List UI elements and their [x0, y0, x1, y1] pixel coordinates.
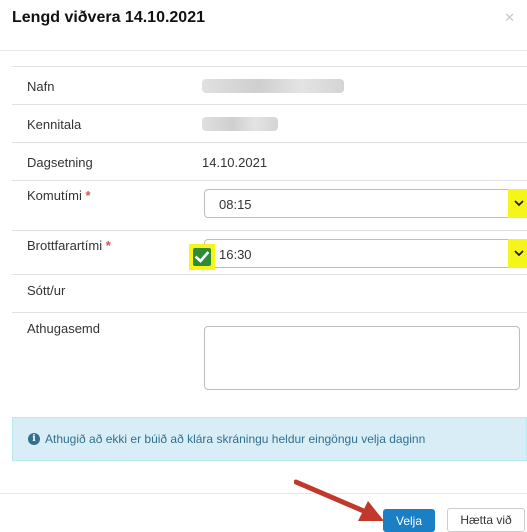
form-row-arrival: Komutími * 08:15 [12, 180, 527, 231]
form-row-name: Nafn [12, 66, 527, 105]
chevron-down-icon[interactable] [508, 239, 527, 268]
arrival-label-text: Komutími [27, 188, 82, 203]
comment-label: Athugasemd [27, 321, 100, 336]
checkmark-icon [194, 251, 210, 263]
picked-up-checkbox-highlight [189, 244, 215, 270]
arrival-label: Komutími * [27, 188, 91, 203]
departure-select-value: 16:30 [219, 247, 252, 262]
kennitala-value-blurred [202, 117, 278, 131]
arrival-select[interactable]: 08:15 [204, 189, 527, 218]
cancel-button[interactable]: Hætta við [447, 508, 525, 532]
form-row-date: Dagsetning 14.10.2021 [12, 142, 527, 181]
picked-up-label: Sótt/ur [27, 283, 66, 298]
departure-label: Brottfarartími * [27, 238, 111, 253]
required-mark: * [85, 188, 91, 203]
form-row-picked-up: Sótt/ur [12, 274, 527, 313]
picked-up-checkbox[interactable] [193, 248, 211, 266]
dialog-header: Lengd viðvera 14.10.2021 ✕ [0, 0, 527, 51]
close-icon[interactable]: ✕ [504, 10, 515, 26]
required-mark: * [105, 238, 111, 253]
chevron-down-icon[interactable] [508, 189, 527, 218]
info-alert-text: Athugið að ekki er búið að klára skránin… [45, 432, 426, 446]
comment-textarea[interactable] [204, 326, 520, 390]
dialog-footer [0, 493, 527, 494]
date-value: 14.10.2021 [202, 155, 268, 170]
select-button[interactable]: Velja [383, 509, 435, 532]
info-icon: i [28, 433, 40, 445]
info-alert-content: i Athugið að ekki er búið að klára skrán… [28, 432, 425, 446]
annotation-arrow-icon [294, 479, 384, 521]
info-alert: i Athugið að ekki er búið að klára skrán… [12, 417, 527, 461]
departure-select[interactable]: 16:30 [204, 239, 527, 268]
date-label: Dagsetning [27, 155, 93, 170]
kennitala-label: Kennitala [27, 117, 82, 132]
name-value-blurred [202, 79, 344, 93]
departure-label-text: Brottfarartími [27, 238, 103, 253]
form-row-departure: Brottfarartími * 16:30 [12, 230, 527, 275]
form-row-kennitala: Kennitala [12, 104, 527, 143]
name-label: Nafn [27, 79, 55, 94]
arrival-select-value: 08:15 [219, 197, 252, 212]
dialog-title: Lengd viðvera 14.10.2021 [12, 9, 205, 26]
